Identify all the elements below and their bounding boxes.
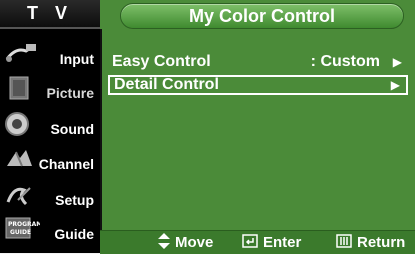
hint-return: Return [336,232,405,252]
tv-header: T V [0,0,100,29]
speaker-icon [4,111,40,137]
svg-text:PROGRAM: PROGRAM [8,221,40,228]
menu-row-easy-control[interactable]: Easy Control : Custom ▶ [108,52,408,72]
menu-row-detail-control[interactable]: Detail Control ▶ [108,75,408,95]
row-value: : Custom [310,53,380,70]
picture-icon [4,75,40,101]
sidebar-item-sound[interactable]: Sound [0,107,100,142]
row-label: Easy Control [112,53,211,70]
hint-move-label: Move [175,233,214,251]
sidebar-item-input[interactable]: Input [0,37,100,72]
hint-return-label: Return [357,233,406,251]
page-title: My Color Control [120,3,404,29]
sidebar-item-label: Input [59,51,94,67]
sidebar: T V Input Picture Sound Channel Setup PR… [0,0,100,253]
sidebar-item-label: Guide [54,226,94,242]
right-arrow-icon: ▶ [392,55,402,69]
hint-move: Move [158,232,213,252]
sidebar-item-label: Channel [38,156,94,172]
right-arrow-icon: ▶ [390,78,400,92]
channel-icon [4,146,40,172]
input-cable-icon [4,41,40,67]
svg-text:GUIDE: GUIDE [10,229,31,236]
return-icon [336,233,352,251]
row-label: Detail Control [114,76,219,93]
sidebar-item-picture[interactable]: Picture [0,71,100,106]
hint-enter-label: Enter [263,233,302,251]
main-panel [100,0,415,253]
sidebar-item-setup[interactable]: Setup [0,178,100,213]
tv-osd-screen: T V Input Picture Sound Channel Setup PR… [0,0,415,254]
guide-icon: PROGRAM GUIDE [4,216,42,242]
sidebar-item-label: Setup [55,192,94,208]
sidebar-item-guide[interactable]: PROGRAM GUIDE Guide [0,212,100,247]
sidebar-item-label: Sound [50,121,94,137]
enter-icon [242,233,258,251]
hint-enter: Enter [242,232,301,252]
up-down-arrow-icon [158,232,170,252]
sidebar-item-label: Picture [46,85,94,101]
setup-icon [4,182,40,208]
sidebar-item-channel[interactable]: Channel [0,142,100,177]
